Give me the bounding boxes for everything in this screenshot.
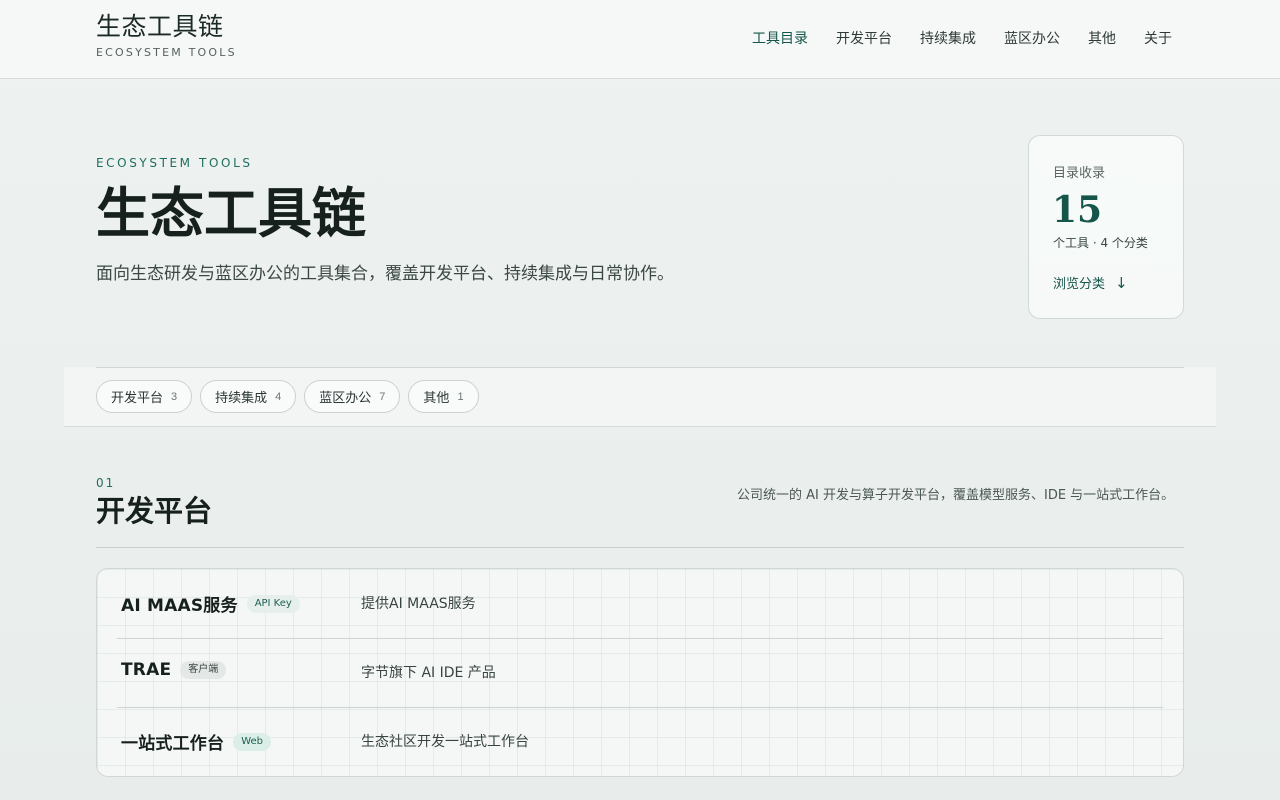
tool-description: 生态社区开发一站式工作台 bbox=[361, 734, 529, 750]
tool-name: 一站式工作台 bbox=[121, 734, 225, 754]
nav-item-tool-directory[interactable]: 工具目录 bbox=[752, 30, 808, 48]
main-nav: 工具目录 开发平台 持续集成 蓝区办公 其他 关于 bbox=[752, 30, 1172, 48]
top-navigation-bar: 生态工具链 ECOSYSTEM TOOLS 工具目录 开发平台 持续集成 蓝区办… bbox=[0, 0, 1280, 79]
nav-item-about[interactable]: 关于 bbox=[1144, 30, 1172, 48]
brand-title: 生态工具链 bbox=[96, 12, 224, 41]
brand-logo[interactable]: 生态工具链 ECOSYSTEM TOOLS bbox=[96, 12, 237, 59]
filter-chip-ci[interactable]: 持续集成 4 bbox=[200, 380, 297, 413]
filter-chip-other[interactable]: 其他 1 bbox=[408, 380, 479, 413]
chip-label: 持续集成 bbox=[215, 390, 268, 405]
tool-description: 提供AI MAAS服务 bbox=[361, 596, 476, 612]
tool-count: 15 bbox=[1052, 189, 1103, 231]
tool-list: AI MAAS服务 API Key 提供AI MAAS服务 TRAE 客户端 字… bbox=[96, 568, 1184, 777]
brand-subtitle: ECOSYSTEM TOOLS bbox=[96, 46, 237, 59]
chip-count: 4 bbox=[275, 390, 282, 403]
tool-tag: API Key bbox=[246, 594, 300, 613]
filter-chip-blue-office[interactable]: 蓝区办公 7 bbox=[304, 380, 401, 413]
tool-tag: Web bbox=[233, 732, 272, 751]
tool-row-workbench[interactable]: 一站式工作台 Web 生态社区开发一站式工作台 bbox=[97, 707, 1183, 776]
chip-count: 7 bbox=[379, 390, 386, 403]
tool-name: AI MAAS服务 bbox=[121, 596, 238, 616]
section-divider bbox=[96, 547, 1184, 548]
category-filter-bar: 开发平台 3 持续集成 4 蓝区办公 7 其他 1 bbox=[64, 367, 1216, 427]
tool-tag: 客户端 bbox=[180, 661, 227, 679]
section-description: 公司统一的 AI 开发与算子开发平台，覆盖模型服务、IDE 与一站式工作台。 bbox=[737, 488, 1175, 503]
section-title: 开发平台 bbox=[96, 494, 213, 528]
tool-description: 字节旗下 AI IDE 产品 bbox=[361, 665, 496, 681]
browse-categories-link[interactable]: 浏览分类 ↓ bbox=[1053, 273, 1128, 293]
nav-item-blue-office[interactable]: 蓝区办公 bbox=[1004, 30, 1060, 48]
stats-meta: 个工具 · 4 个分类 bbox=[1053, 236, 1148, 250]
tool-name: TRAE bbox=[121, 660, 172, 680]
stats-label: 目录收录 bbox=[1053, 166, 1106, 181]
catalog-stats-card: 目录收录 15 个工具 · 4 个分类 浏览分类 ↓ bbox=[1028, 135, 1184, 319]
tool-row-ai-maas[interactable]: AI MAAS服务 API Key 提供AI MAAS服务 bbox=[97, 569, 1183, 638]
chip-label: 开发平台 bbox=[111, 390, 164, 405]
browse-categories-label: 浏览分类 bbox=[1053, 277, 1106, 292]
section-number: 01 bbox=[96, 476, 116, 490]
tool-row-trae[interactable]: TRAE 客户端 字节旗下 AI IDE 产品 bbox=[97, 638, 1183, 707]
filter-chip-dev-platform[interactable]: 开发平台 3 bbox=[96, 380, 193, 413]
nav-item-dev-platform[interactable]: 开发平台 bbox=[836, 30, 892, 48]
chip-label: 其他 bbox=[423, 390, 450, 405]
page-title: 生态工具链 bbox=[96, 181, 366, 245]
hero-description: 面向生态研发与蓝区办公的工具集合，覆盖开发平台、持续集成与日常协作。 bbox=[96, 264, 674, 284]
chip-count: 1 bbox=[457, 390, 464, 403]
nav-item-ci[interactable]: 持续集成 bbox=[920, 30, 976, 48]
arrow-down-icon: ↓ bbox=[1115, 273, 1128, 292]
chip-label: 蓝区办公 bbox=[319, 390, 372, 405]
hero-eyebrow: ECOSYSTEM TOOLS bbox=[96, 156, 253, 170]
chip-count: 3 bbox=[171, 390, 178, 403]
nav-item-other[interactable]: 其他 bbox=[1088, 30, 1116, 48]
